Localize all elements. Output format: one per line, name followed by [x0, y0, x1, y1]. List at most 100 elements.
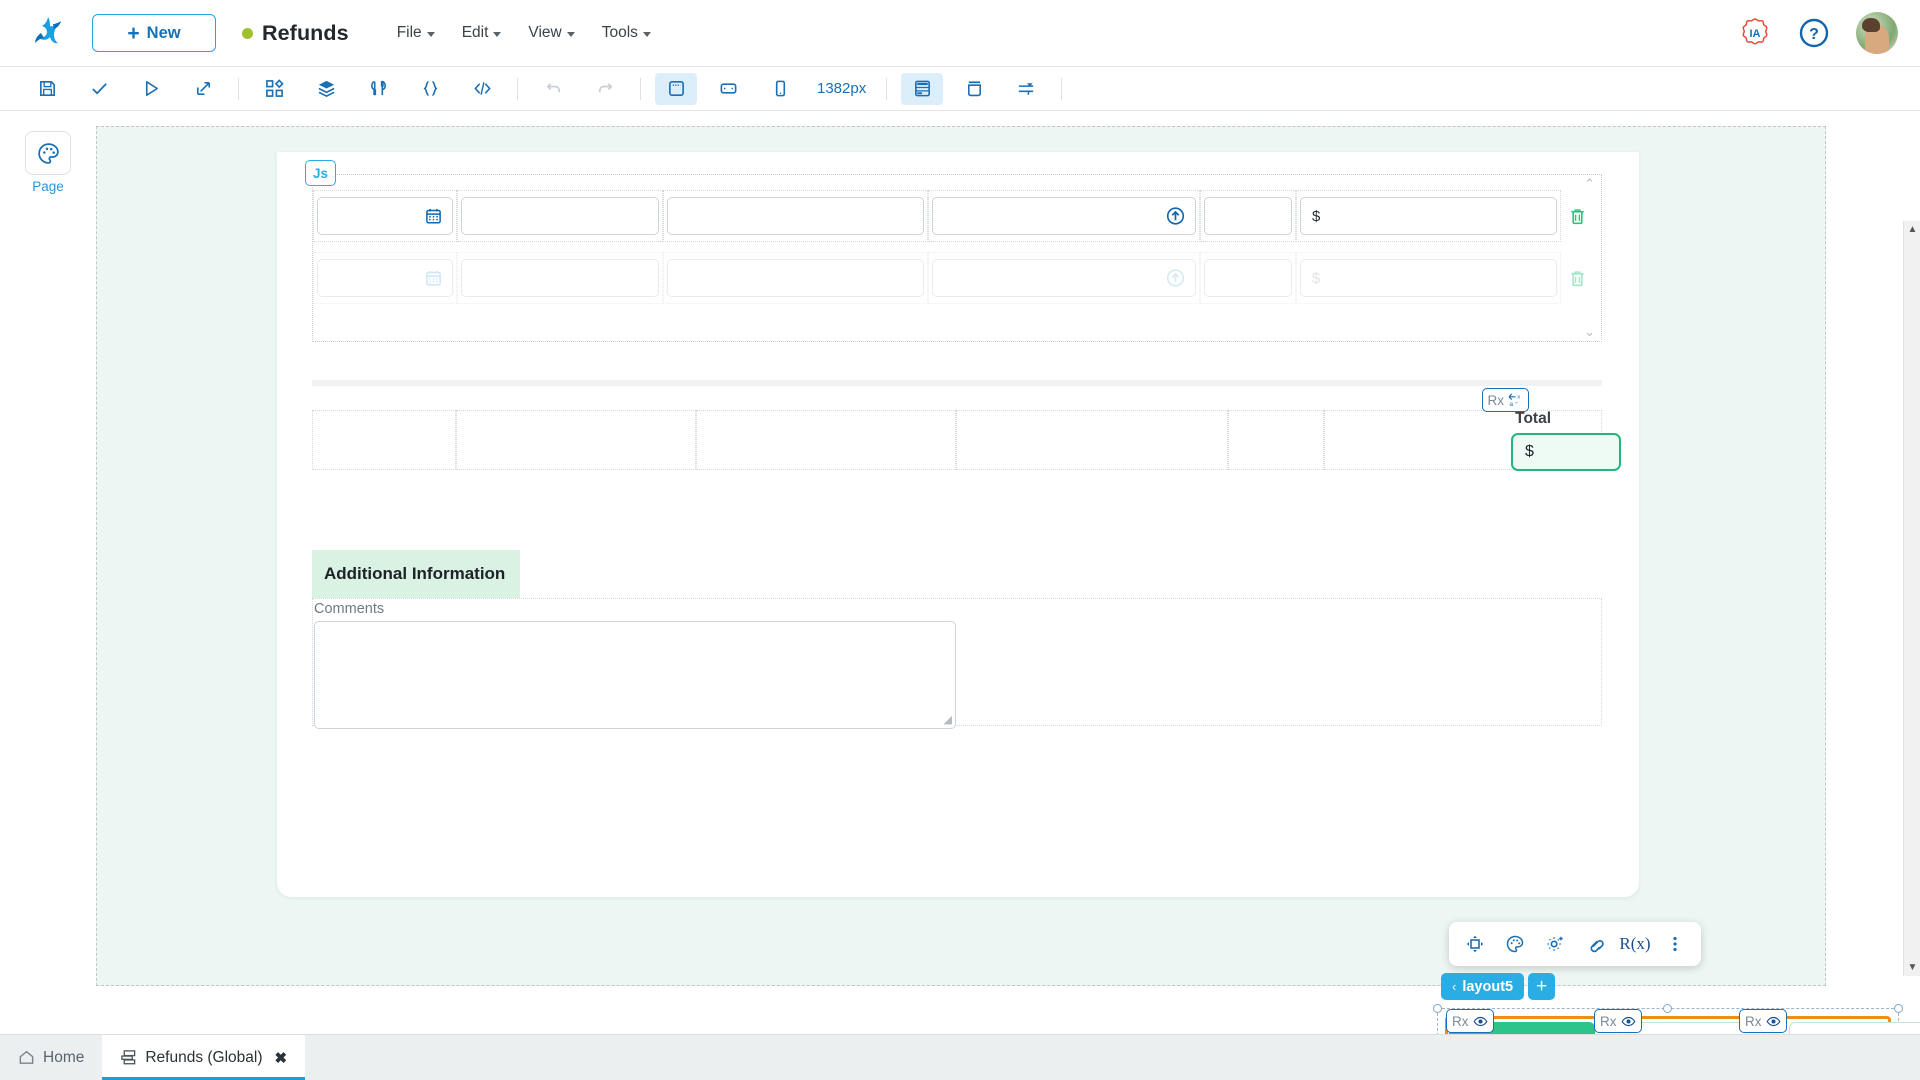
total-field[interactable]: $	[1511, 433, 1621, 471]
design-canvas[interactable]: ⌃ ⌄	[96, 126, 1826, 986]
chevron-down-icon[interactable]: ⌄	[1584, 324, 1595, 340]
new-button[interactable]: + New	[92, 14, 216, 52]
cell-amount[interactable]: $	[1296, 190, 1561, 242]
line-items-grid[interactable]: ⌃ ⌄	[312, 174, 1602, 342]
totals-row[interactable]	[312, 410, 1602, 470]
cell-date[interactable]	[313, 190, 457, 242]
cell-amount[interactable]: $	[1296, 252, 1561, 304]
grid-view-icon[interactable]	[901, 73, 943, 105]
table-row[interactable]: $	[313, 190, 1603, 242]
code-icon[interactable]	[461, 73, 503, 105]
totals-cell-2[interactable]	[456, 410, 696, 470]
resize-grip-icon[interactable]: ◢	[944, 713, 952, 726]
resize-handle-ne[interactable]	[1894, 1004, 1903, 1013]
amount-field[interactable]: $	[1300, 197, 1557, 235]
cell-attachment[interactable]	[928, 190, 1200, 242]
rx-badge-create[interactable]: Rx	[1446, 1009, 1494, 1033]
comments-textarea[interactable]: ◢	[314, 621, 956, 729]
cell-date[interactable]	[313, 252, 457, 304]
delete-button[interactable]: Delete	[1789, 1022, 1920, 1034]
totals-cell-3[interactable]	[696, 410, 956, 470]
align-icon[interactable]	[1005, 73, 1047, 105]
scroll-up-icon[interactable]: ▲	[1908, 224, 1918, 235]
menu-view[interactable]: View	[528, 24, 574, 42]
layers-icon[interactable]	[305, 73, 347, 105]
comments-block[interactable]: Comments ◢	[312, 598, 1602, 726]
help-icon[interactable]: ?	[1798, 17, 1830, 49]
calendar-icon[interactable]	[425, 270, 442, 287]
js-badge[interactable]: Js	[305, 160, 336, 186]
calendar-icon[interactable]	[425, 208, 442, 225]
mobile-breakpoint-icon[interactable]	[759, 73, 801, 105]
description-field[interactable]	[461, 197, 659, 235]
desktop-breakpoint-icon[interactable]	[655, 73, 697, 105]
redo-icon[interactable]	[584, 73, 626, 105]
bottom-tab-refunds[interactable]: Refunds (Global) ✖	[102, 1035, 305, 1080]
layout-tab-layout5[interactable]: ‹ layout5	[1441, 973, 1524, 1000]
rx-badge-label: Rx	[1452, 1014, 1469, 1029]
trash-icon[interactable]	[1561, 269, 1593, 288]
scroll-down-icon[interactable]: ▼	[1908, 962, 1918, 973]
settings-plus-icon[interactable]	[1536, 927, 1574, 961]
style-palette-icon[interactable]	[1496, 927, 1534, 961]
link-icon[interactable]	[1576, 927, 1614, 961]
rx-badge-delete[interactable]: Rx	[1739, 1009, 1787, 1033]
avatar[interactable]	[1856, 12, 1898, 54]
braces-icon[interactable]	[409, 73, 451, 105]
date-field[interactable]	[317, 197, 453, 235]
cell-attachment[interactable]	[928, 252, 1200, 304]
open-external-icon[interactable]	[182, 73, 224, 105]
menu-edit[interactable]: Edit	[462, 24, 502, 42]
category-field[interactable]	[667, 259, 924, 297]
resize-handle-nw[interactable]	[1433, 1004, 1442, 1013]
totals-cell-5[interactable]	[1228, 410, 1324, 470]
move-icon[interactable]	[1456, 927, 1494, 961]
totals-cell-1[interactable]	[312, 410, 456, 470]
cell-quantity[interactable]	[1200, 252, 1296, 304]
quantity-field[interactable]	[1204, 259, 1292, 297]
variables-icon[interactable]	[357, 73, 399, 105]
attachment-field[interactable]	[932, 197, 1196, 235]
menu-file[interactable]: File	[397, 24, 435, 42]
cell-quantity[interactable]	[1200, 190, 1296, 242]
layout-tab-bar: ‹ layout5 +	[1441, 973, 1555, 1000]
menu-tools[interactable]: Tools	[602, 24, 651, 42]
upload-circle-icon[interactable]	[1166, 269, 1185, 288]
cell-category[interactable]	[663, 252, 928, 304]
canvas-area: ⌃ ⌄	[96, 111, 1920, 1034]
container-icon[interactable]	[953, 73, 995, 105]
upload-circle-icon[interactable]	[1166, 207, 1185, 226]
document-title[interactable]: Refunds	[242, 21, 349, 46]
sidebar-item-page[interactable]: Page	[25, 131, 71, 194]
close-icon[interactable]: ✖	[275, 1049, 288, 1067]
frog-logo-icon[interactable]	[22, 10, 74, 56]
cell-description[interactable]	[457, 190, 663, 242]
run-icon[interactable]	[130, 73, 172, 105]
totals-cell-4[interactable]	[956, 410, 1228, 470]
attachment-field[interactable]	[932, 259, 1196, 297]
undo-icon[interactable]	[532, 73, 574, 105]
rx-badge-total[interactable]: Rx xa"	[1482, 388, 1530, 412]
rx-badge-modify[interactable]: Rx	[1594, 1009, 1642, 1033]
cell-category[interactable]	[663, 190, 928, 242]
resize-handle-n[interactable]	[1663, 1004, 1672, 1013]
date-field[interactable]	[317, 259, 453, 297]
category-field[interactable]	[667, 197, 924, 235]
save-icon[interactable]	[26, 73, 68, 105]
bottom-tab-home[interactable]: Home	[0, 1035, 102, 1080]
table-row[interactable]: $	[313, 252, 1603, 304]
quantity-field[interactable]	[1204, 197, 1292, 235]
tablet-breakpoint-icon[interactable]	[707, 73, 749, 105]
description-field[interactable]	[461, 259, 659, 297]
trash-icon[interactable]	[1561, 207, 1593, 226]
ia-badge-icon[interactable]: IA	[1738, 16, 1772, 50]
components-icon[interactable]	[253, 73, 295, 105]
cell-description[interactable]	[457, 252, 663, 304]
amount-field[interactable]: $	[1300, 259, 1557, 297]
canvas-scrollbar[interactable]: ▲ ▼	[1903, 221, 1920, 976]
rx-badge-label: Rx	[1745, 1014, 1762, 1029]
add-layout-button[interactable]: +	[1528, 973, 1555, 1000]
check-icon[interactable]	[78, 73, 120, 105]
more-vertical-icon[interactable]	[1656, 927, 1694, 961]
rx-formula-icon[interactable]: R(x)	[1616, 927, 1654, 961]
